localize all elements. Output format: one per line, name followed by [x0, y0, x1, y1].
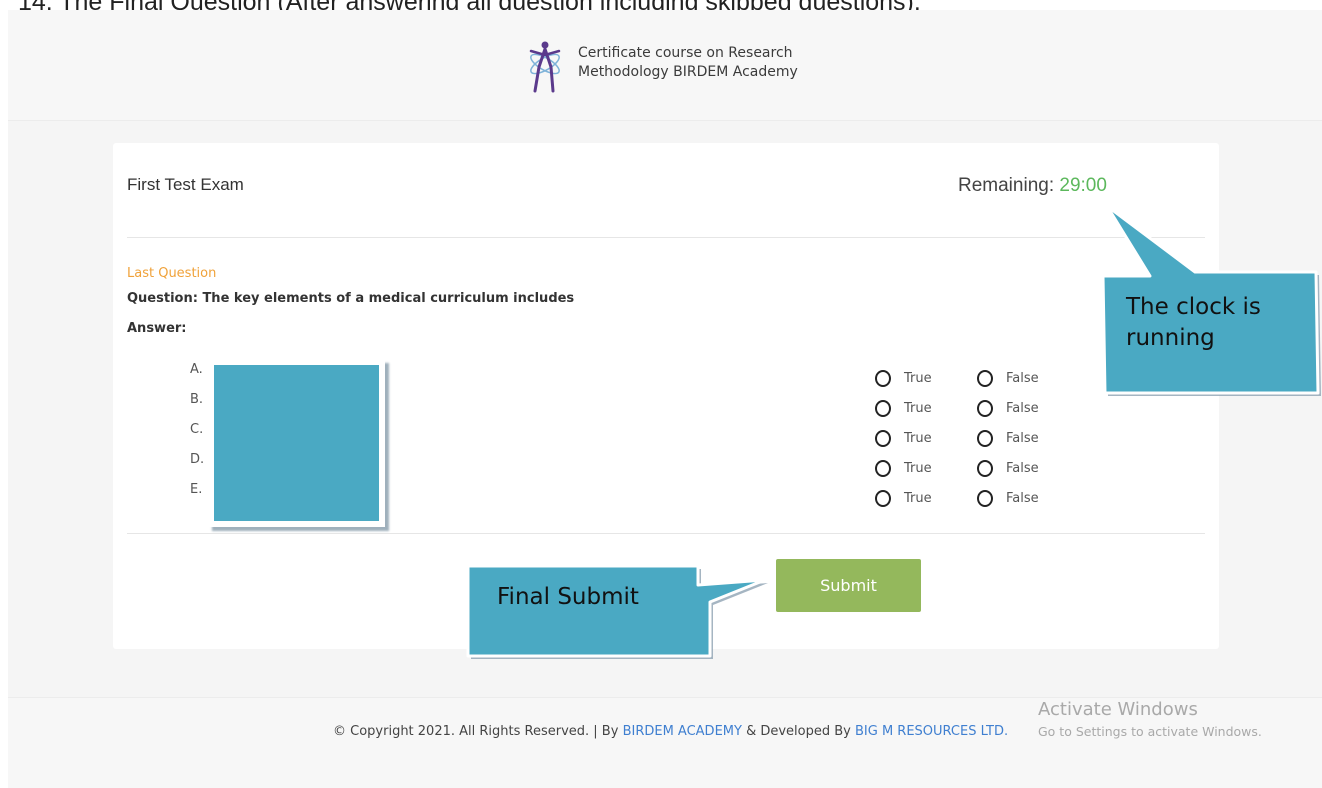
- submit-callout-text: Final Submit: [497, 584, 639, 610]
- annotation-callouts: [466, 204, 1321, 659]
- clock-callout-text: The clock is running: [1126, 294, 1261, 351]
